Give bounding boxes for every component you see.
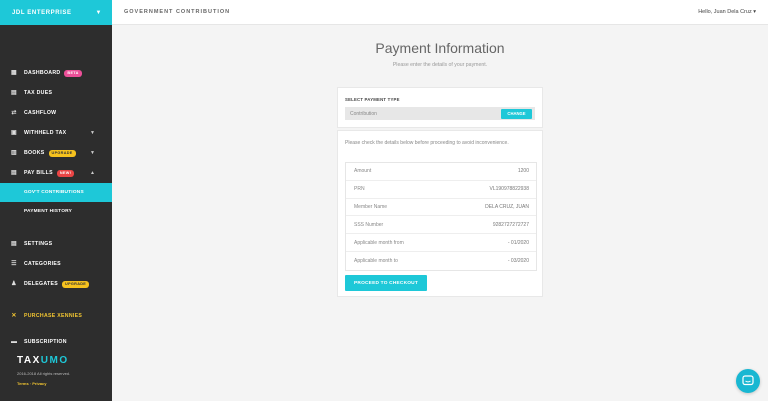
table-row: Applicable month to - 03/2020 <box>346 252 536 270</box>
sidebar-item-label: WITHHELD TAX <box>24 130 67 136</box>
table-row: PRN VL190978822938 <box>346 181 536 199</box>
change-button[interactable]: CHANGE <box>501 108 532 119</box>
payment-type-card: SELECT PAYMENT TYPE Contribution CHANGE <box>337 87 543 128</box>
sidebar-item-tax-dues[interactable]: ▤ TAX DUES <box>0 83 112 103</box>
sidebar-item-label: SETTINGS <box>24 241 53 247</box>
row-label: Amount <box>354 168 372 175</box>
sidebar-item-label: SUBSCRIPTION <box>24 339 67 345</box>
check-details-note: Please check the details below before pr… <box>345 140 509 146</box>
withheld-icon: ▣ <box>11 130 17 136</box>
payment-type-value: Contribution <box>350 110 377 117</box>
dashboard-icon: ▦ <box>11 70 17 76</box>
taxumo-logo: TAXUMO <box>17 355 69 366</box>
sidebar-item-pay-bills[interactable]: ▤ PAY BILLS NEW! ▲ <box>0 163 112 183</box>
chat-icon <box>742 375 754 386</box>
books-icon: ▥ <box>11 150 17 156</box>
sidebar-item-settings[interactable]: ▤ SETTINGS <box>0 234 112 254</box>
sidebar-item-label: BOOKS <box>24 150 45 156</box>
terms-privacy-links[interactable]: Terms · Privacy <box>17 381 47 386</box>
table-row: Amount 1200 <box>346 163 536 181</box>
select-payment-type-label: SELECT PAYMENT TYPE <box>345 97 400 102</box>
sidebar-item-categories[interactable]: ☰ CATEGORIES <box>0 254 112 274</box>
logo-part: TAX <box>17 355 41 366</box>
row-value: - 01/2020 <box>507 239 529 246</box>
sidebar-item-dashboard[interactable]: ▦ DASHBOARD BETA <box>0 63 112 83</box>
logo-part-accent: UMO <box>40 355 69 366</box>
sidebar-item-payment-history[interactable]: PAYMENT HISTORY <box>0 202 112 221</box>
sidebar-item-withheld-tax[interactable]: ▣ WITHHELD TAX ▼ <box>0 123 112 143</box>
company-switcher[interactable]: JDL ENTERPRISE ▼ <box>0 0 112 25</box>
sidebar-item-label: PAY BILLS <box>24 170 53 176</box>
sidebar-item-label: DELEGATES <box>24 281 59 287</box>
sidebar-item-label: PURCHASE XENNIES <box>24 313 83 319</box>
row-value: VL190978822938 <box>489 186 530 193</box>
chevron-up-icon: ▲ <box>90 170 96 176</box>
sidebar-item-subscription[interactable]: ▬ SUBSCRIPTION <box>0 332 112 352</box>
tax-icon: ▤ <box>11 90 17 96</box>
chevron-down-icon: ▼ <box>90 130 96 136</box>
chat-button[interactable] <box>736 369 760 393</box>
table-row: Member Name DELA CRUZ, JUAN <box>346 199 536 217</box>
sidebar-item-govt-contributions[interactable]: GOV'T CONTRIBUTIONS <box>0 183 112 202</box>
paybills-icon: ▤ <box>11 170 17 176</box>
chevron-down-icon: ▼ <box>95 9 102 16</box>
sidebar-item-label: GOV'T CONTRIBUTIONS <box>24 190 84 195</box>
payment-subheading: Please enter the details of your payment… <box>392 62 488 68</box>
row-label: Member Name <box>354 203 388 210</box>
company-name: JDL ENTERPRISE <box>12 9 72 16</box>
sidebar-item-delegates[interactable]: ♟ DELEGATES UPGRADE <box>0 274 112 294</box>
sidebar-item-label: TAX DUES <box>24 90 53 96</box>
new-badge: NEW! <box>56 169 75 177</box>
row-label: SSS Number <box>354 221 384 228</box>
copyright: 2016-2018 All rights reserved. <box>17 371 71 376</box>
row-label: PRN <box>354 186 365 193</box>
details-table: Amount 1200 PRN VL190978822938 Member Name… <box>345 162 537 271</box>
page-title: GOVERNMENT CONTRIBUTION <box>124 9 231 15</box>
sidebar-item-label: CATEGORIES <box>24 261 61 267</box>
payment-type-field: Contribution CHANGE <box>345 107 535 120</box>
user-menu[interactable]: Hello, Juan Dela Cruz ▾ <box>698 9 756 15</box>
row-value: 1200 <box>517 168 529 175</box>
delegates-icon: ♟ <box>11 281 17 287</box>
sidebar-item-purchase-xennies[interactable]: ✕ PURCHASE XENNIES <box>0 306 112 326</box>
purchase-icon: ✕ <box>11 313 17 319</box>
sidebar-item-label: DASHBOARD <box>24 70 61 76</box>
cashflow-icon: ⇄ <box>11 110 17 116</box>
table-row: Applicable month from - 01/2020 <box>346 234 536 252</box>
sidebar-item-cashflow[interactable]: ⇄ CASHFLOW <box>0 103 112 123</box>
sidebar-item-label: CASHFLOW <box>24 110 57 116</box>
categories-icon: ☰ <box>11 261 17 267</box>
sidebar: JDL ENTERPRISE ▼ ▦ DASHBOARD BETA ▤ TAX … <box>0 0 112 401</box>
sidebar-item-label: PAYMENT HISTORY <box>24 209 73 214</box>
topbar: GOVERNMENT CONTRIBUTION Hello, Juan Dela… <box>112 0 768 25</box>
table-row: SSS Number 9282727272727 <box>346 216 536 235</box>
payment-details-card: Please check the details below before pr… <box>337 130 543 297</box>
row-value: - 03/2020 <box>507 257 529 264</box>
beta-badge: BETA <box>64 69 82 77</box>
row-value: 9282727272727 <box>492 221 529 228</box>
settings-icon: ▤ <box>11 241 17 247</box>
payment-heading: Payment Information <box>375 40 505 56</box>
upgrade-badge: UPGRADE <box>62 280 90 288</box>
row-label: Applicable month from <box>354 239 404 246</box>
sidebar-nav: ▦ DASHBOARD BETA ▤ TAX DUES ⇄ CASHFLOW ▣… <box>0 63 112 352</box>
upgrade-badge: UPGRADE <box>48 149 76 157</box>
row-value: DELA CRUZ, JUAN <box>485 203 529 210</box>
row-label: Applicable month to <box>354 257 398 264</box>
sidebar-item-books[interactable]: ▥ BOOKS UPGRADE ▼ <box>0 143 112 163</box>
proceed-to-checkout-button[interactable]: PROCEED TO CHECKOUT <box>345 275 427 291</box>
chevron-down-icon: ▼ <box>90 150 96 156</box>
subscription-icon: ▬ <box>11 339 18 345</box>
